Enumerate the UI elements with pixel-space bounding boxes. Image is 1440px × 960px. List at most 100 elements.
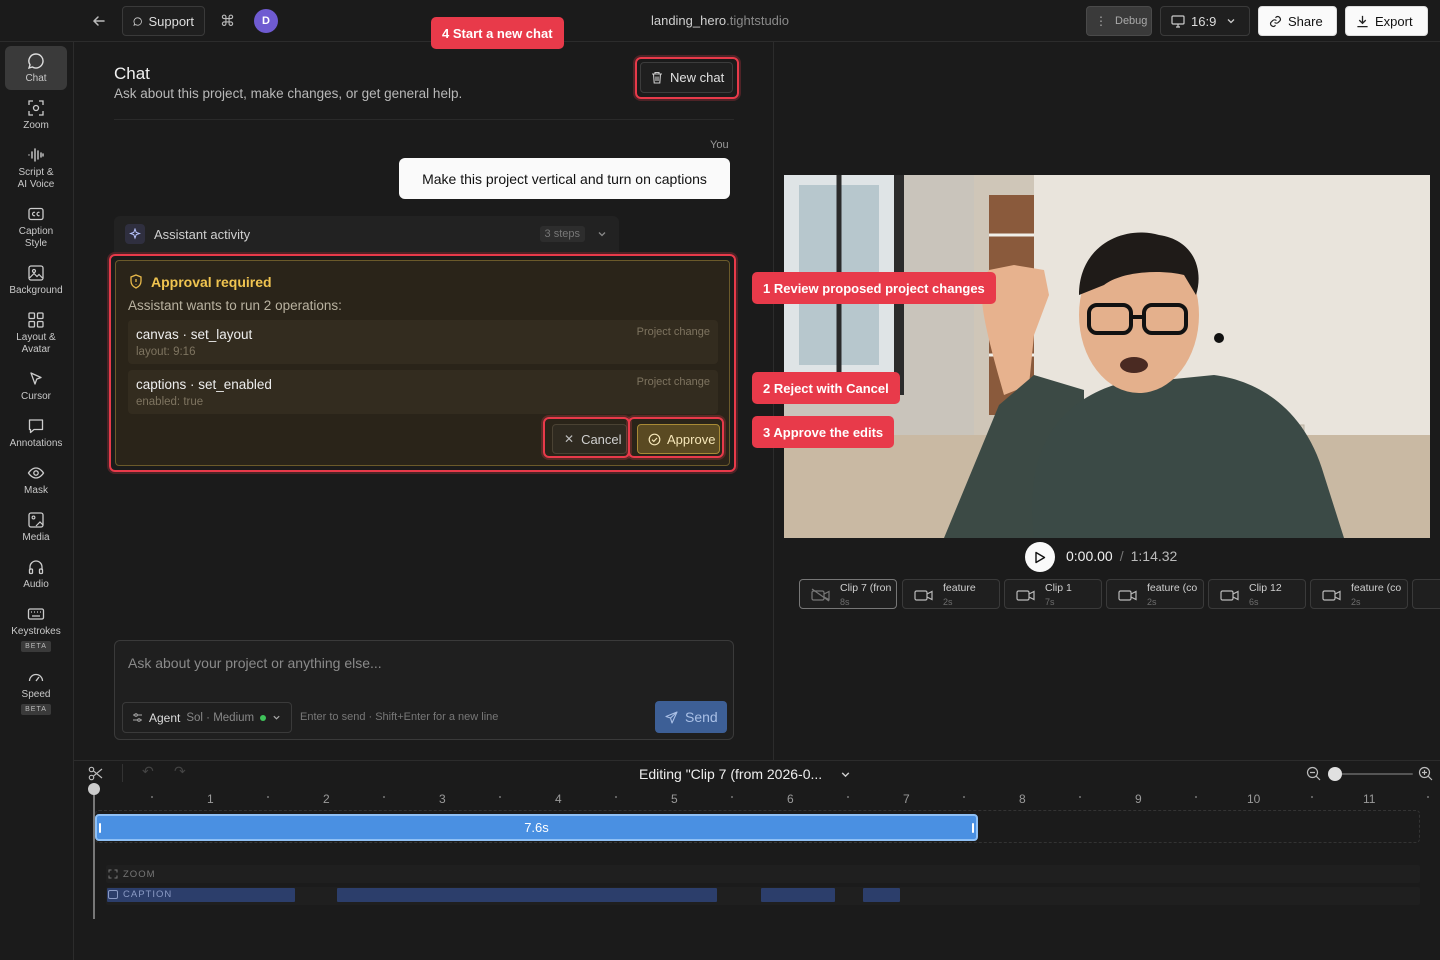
play-button[interactable] (1025, 542, 1055, 572)
zoom-track[interactable]: ZOOM (106, 865, 1420, 883)
aspect-ratio-select[interactable]: 16:9 (1160, 6, 1250, 36)
ruler-minor-tick (1311, 796, 1313, 798)
sidebar-item-keystrokes[interactable]: Keystrokes BETA (5, 605, 67, 652)
chevron-down-icon (598, 232, 606, 237)
sidebar-item-media[interactable]: Media (5, 511, 67, 544)
clip-duration-label: 7.6s (524, 820, 549, 835)
eye-icon (27, 467, 45, 479)
ruler-minor-tick (499, 796, 501, 798)
sidebar-item-layout-avatar[interactable]: Layout & Avatar (5, 311, 67, 356)
sidebar-item-audio[interactable]: Audio (5, 558, 67, 591)
sidebar-item-mask[interactable]: Mask (5, 464, 67, 497)
link-icon (1269, 15, 1282, 27)
playhead[interactable] (93, 789, 95, 919)
beta-badge: BETA (21, 704, 51, 715)
play-icon (1035, 551, 1046, 563)
sidebar-item-annotations[interactable]: Annotations (5, 417, 67, 450)
project-title: landing_hero.tightstudio (650, 13, 790, 28)
toolbar-divider (122, 764, 123, 782)
zoom-in-icon[interactable] (1418, 766, 1433, 781)
ruler-minor-tick (963, 796, 965, 798)
left-rail: Chat Zoom Script & AI Voice Caption Styl… (0, 42, 74, 960)
ruler-tick-label: 11 (1363, 792, 1376, 806)
sliders-icon (133, 713, 142, 722)
sidebar-item-cursor[interactable]: Cursor (5, 370, 67, 403)
zoom-slider[interactable] (1330, 773, 1413, 775)
caption-segment[interactable] (863, 888, 900, 902)
headphones-icon (28, 560, 44, 575)
clip-thumbnail[interactable]: feature (co 2s (1310, 579, 1408, 609)
ruler-minor-tick (1195, 796, 1197, 798)
cc-icon (108, 890, 118, 899)
caption-segment[interactable] (761, 888, 835, 902)
zoom-track-icon (108, 869, 118, 879)
duration: 1:14.32 (1130, 548, 1178, 564)
camera-icon (914, 590, 933, 601)
clip-trim-handle-right[interactable] (972, 823, 974, 833)
sidebar-item-script-ai-voice[interactable]: Script & AI Voice (5, 146, 67, 191)
highlight-new-chat (635, 57, 739, 99)
send-button[interactable]: Send (655, 701, 727, 733)
send-icon (665, 710, 678, 724)
zoom-out-icon[interactable] (1306, 766, 1321, 781)
debug-button[interactable]: ⋮ Debug (1086, 6, 1152, 36)
top-bar: Support ⌘ D landing_hero.tightstudio ⋮ D… (0, 0, 1440, 42)
sidebar-item-speed[interactable]: Speed BETA (5, 668, 67, 715)
export-button[interactable]: Export (1345, 6, 1428, 36)
command-icon[interactable]: ⌘ (220, 12, 235, 30)
ruler-minor-tick (1427, 796, 1429, 798)
support-button[interactable]: Support (122, 6, 205, 36)
ruler-tick-label: 9 (1135, 792, 1142, 806)
message-icon (133, 16, 142, 26)
more-vertical-icon: ⋮ (1095, 14, 1107, 28)
scissors-icon[interactable] (88, 766, 103, 781)
ruler-tick-label: 1 (207, 792, 214, 806)
assistant-activity-header[interactable]: Assistant activity 3 steps (114, 216, 619, 252)
agent-select[interactable]: Agent Sol · Medium (122, 702, 292, 733)
send-hint: Enter to send · Shift+Enter for a new li… (300, 711, 499, 723)
clip-thumbnail[interactable]: Clip 7 (fron 8s (799, 579, 897, 609)
avatar[interactable]: D (254, 9, 278, 33)
zoom-slider-thumb[interactable] (1328, 767, 1342, 781)
clip-thumbnail[interactable]: feature (co 2s (1106, 579, 1204, 609)
chat-input[interactable]: Ask about your project or anything else.… (128, 655, 718, 671)
ruler-minor-tick (383, 796, 385, 798)
activity-steps: 3 steps (539, 226, 585, 242)
undo-icon[interactable]: ↶ (142, 764, 154, 780)
monitor-icon (1171, 14, 1185, 28)
ruler-minor-tick (731, 796, 733, 798)
ruler-tick-label: 6 (787, 792, 794, 806)
editing-clip-select[interactable]: Editing "Clip 7 (from 2026-0... (639, 766, 851, 782)
highlight-cancel (543, 417, 630, 458)
ruler-minor-tick (847, 796, 849, 798)
sidebar-item-caption-style[interactable]: Caption Style (5, 205, 67, 250)
clip-thumbnail[interactable]: Clip 12 6s (1208, 579, 1306, 609)
caption-segment[interactable] (337, 888, 717, 902)
sidebar-item-background[interactable]: Background (5, 264, 67, 297)
clip-thumbnail[interactable] (1412, 579, 1440, 609)
zoom-icon (28, 100, 44, 116)
camera-off-icon (811, 588, 830, 602)
support-label: Support (148, 13, 194, 29)
status-dot (260, 714, 267, 721)
sidebar-item-zoom[interactable]: Zoom (5, 99, 67, 132)
clip-thumbnail[interactable]: Clip 1 7s (1004, 579, 1102, 609)
timeline-clip[interactable]: 7.6s (95, 814, 978, 841)
ruler-tick-label: 5 (671, 792, 678, 806)
divider (114, 119, 734, 120)
back-arrow-icon[interactable] (91, 13, 107, 29)
aspect-label: 16:9 (1191, 13, 1217, 29)
video-frame (784, 175, 1430, 538)
redo-icon[interactable]: ↷ (174, 764, 186, 780)
chat-title: Chat (114, 64, 150, 83)
video-preview[interactable] (784, 175, 1430, 538)
camera-icon (1118, 590, 1137, 601)
clip-trim-handle-left[interactable] (99, 823, 101, 833)
user-message: Make this project vertical and turn on c… (399, 158, 730, 199)
activity-label: Assistant activity (154, 226, 251, 242)
clip-thumbnail[interactable]: feature 2s (902, 579, 1000, 609)
ruler-tick-label: 10 (1247, 792, 1261, 806)
playhead-handle[interactable] (88, 783, 100, 795)
share-button[interactable]: Share (1258, 6, 1337, 36)
sidebar-item-chat[interactable]: Chat (5, 46, 67, 90)
